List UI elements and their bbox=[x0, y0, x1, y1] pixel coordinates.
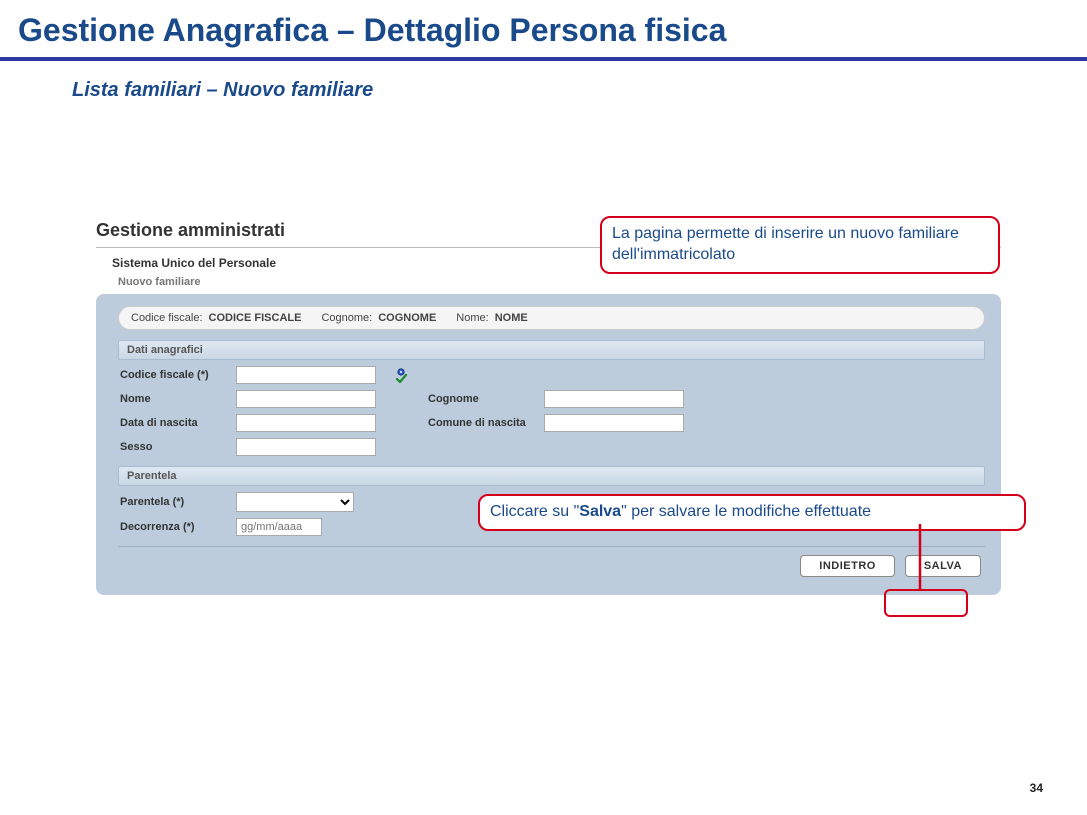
form-panel: Codice fiscale: CODICE FISCALE Cognome: … bbox=[96, 294, 1001, 595]
input-sesso[interactable] bbox=[236, 438, 376, 456]
callout-salva: Cliccare su "Salva" per salvare le modif… bbox=[478, 494, 1026, 531]
summary-nome-label: Nome: bbox=[456, 307, 488, 329]
input-decorrenza[interactable] bbox=[236, 518, 322, 536]
app-screenshot: Gestione amministrati Sistema Unico del … bbox=[96, 220, 1001, 595]
section-parentela: Parentela bbox=[118, 466, 985, 486]
input-cognome[interactable] bbox=[544, 390, 684, 408]
summary-cf-label: Codice fiscale: bbox=[131, 307, 203, 329]
label-comune-nascita: Comune di nascita bbox=[428, 417, 538, 429]
callout-salva-prefix: Cliccare su " bbox=[490, 503, 579, 520]
callout-salva-bold: Salva bbox=[579, 503, 621, 520]
title-rule bbox=[0, 57, 1087, 61]
input-data-nascita[interactable] bbox=[236, 414, 376, 432]
summary-cognome-value: COGNOME bbox=[378, 307, 436, 329]
indietro-button[interactable]: INDIETRO bbox=[800, 555, 895, 577]
input-nome[interactable] bbox=[236, 390, 376, 408]
salva-button[interactable]: SALVA bbox=[905, 555, 981, 577]
label-cognome: Cognome bbox=[428, 393, 538, 405]
page-label: Nuovo familiare bbox=[118, 276, 1001, 288]
summary-bar: Codice fiscale: CODICE FISCALE Cognome: … bbox=[118, 306, 985, 330]
callout-salva-suffix: " per salvare le modifiche effettuate bbox=[621, 503, 871, 520]
slide-title: Gestione Anagrafica – Dettaglio Persona … bbox=[0, 0, 1087, 57]
fields-anagrafici: Codice fiscale (*) Nome Cognome Data di … bbox=[118, 366, 985, 456]
label-parentela: Parentela (*) bbox=[120, 496, 230, 508]
section-anagrafici: Dati anagrafici bbox=[118, 340, 985, 360]
summary-nome-value: NOME bbox=[495, 307, 528, 329]
input-codice-fiscale[interactable] bbox=[236, 366, 376, 384]
divider bbox=[118, 546, 985, 547]
action-bar: INDIETRO SALVA bbox=[118, 555, 985, 577]
page-number: 34 bbox=[1030, 781, 1043, 795]
label-sesso: Sesso bbox=[120, 441, 230, 453]
callout-top: La pagina permette di inserire un nuovo … bbox=[600, 216, 1000, 274]
input-comune-nascita[interactable] bbox=[544, 414, 684, 432]
label-decorrenza: Decorrenza (*) bbox=[120, 521, 230, 533]
summary-cognome-label: Cognome: bbox=[321, 307, 372, 329]
label-data-nascita: Data di nascita bbox=[120, 417, 230, 429]
select-parentela[interactable] bbox=[236, 492, 354, 512]
label-codice-fiscale: Codice fiscale (*) bbox=[120, 369, 230, 381]
validate-icon[interactable] bbox=[392, 366, 410, 384]
summary-cf-value: CODICE FISCALE bbox=[209, 307, 302, 329]
label-nome: Nome bbox=[120, 393, 230, 405]
slide-subtitle: Lista familiari – Nuovo familiare bbox=[0, 79, 1087, 102]
